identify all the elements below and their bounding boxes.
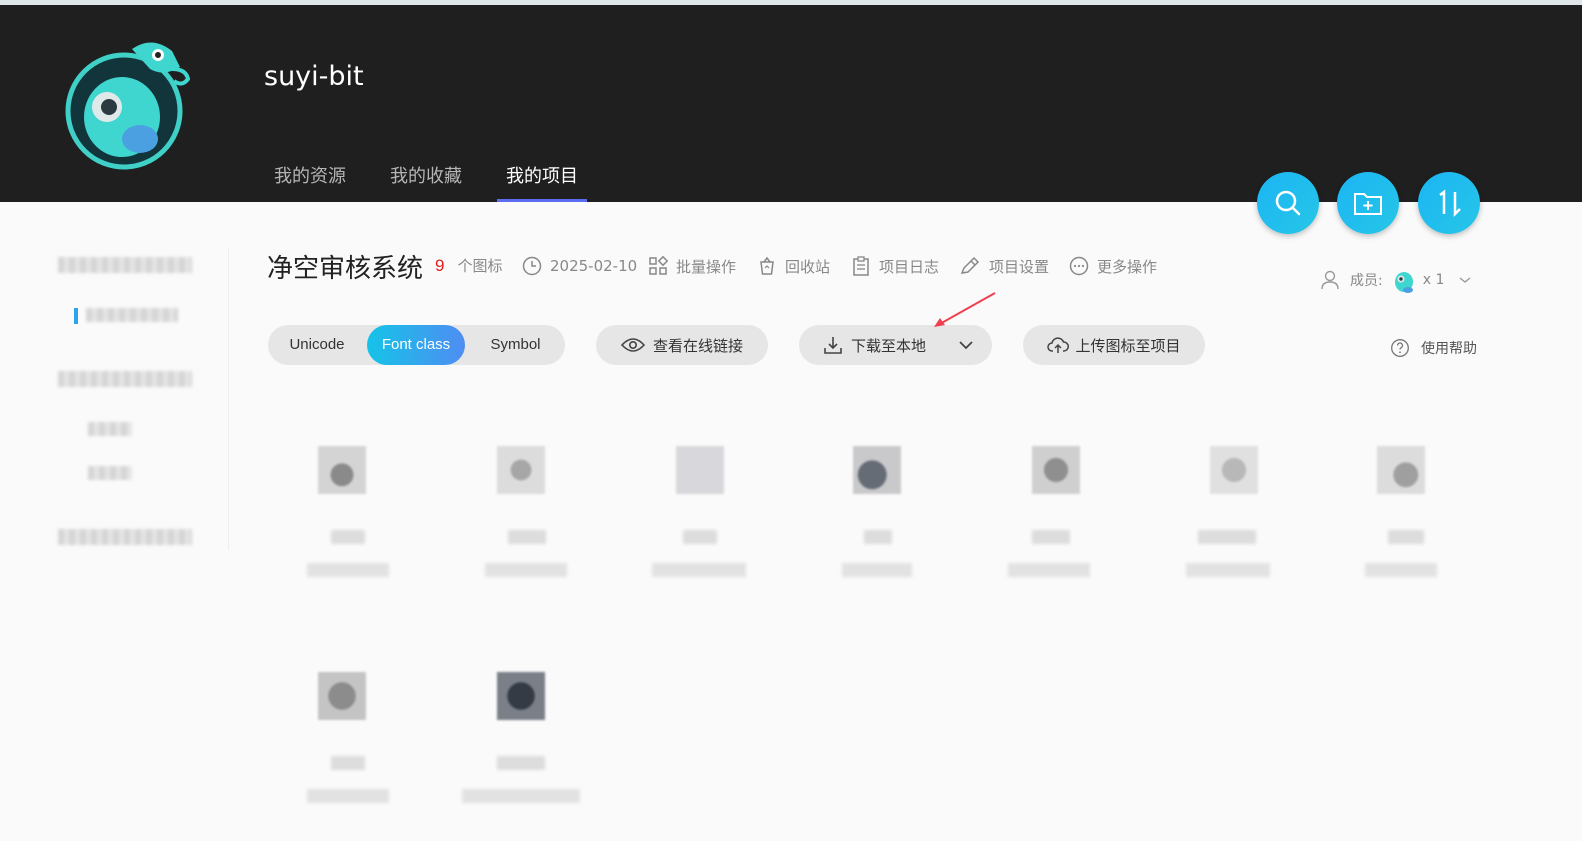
clock-icon xyxy=(522,256,542,276)
new-folder-icon xyxy=(1354,193,1382,215)
pencil-icon xyxy=(960,256,980,274)
help-link[interactable]: 使用帮助 xyxy=(1390,338,1477,358)
project-sidebar xyxy=(0,202,228,562)
icon-code-blurred xyxy=(307,789,389,803)
more-icon xyxy=(1069,256,1089,276)
font-type-switch: Unicode Font class Symbol xyxy=(268,325,565,365)
sidebar-divider xyxy=(228,248,229,550)
project-log-button[interactable]: 项目日志 xyxy=(851,255,939,277)
tab-my-favorites[interactable]: 我的收藏 xyxy=(390,163,462,202)
members-icon xyxy=(1321,270,1339,290)
more-actions-button[interactable]: 更多操作 xyxy=(1069,255,1157,277)
icon-name-blurred xyxy=(1032,530,1070,544)
icon-name-blurred xyxy=(1388,530,1424,544)
icon-count: 9 个图标 xyxy=(435,255,502,276)
username: suyi-bit xyxy=(264,61,364,92)
user-avatar[interactable] xyxy=(62,29,194,181)
grid-icon xyxy=(649,256,668,275)
download-icon xyxy=(824,337,842,354)
project-members[interactable]: 成员: x 1 xyxy=(1320,266,1472,294)
icon-code-blurred xyxy=(1365,563,1437,577)
profile-nav: 我的资源 我的收藏 我的项目 xyxy=(274,163,622,202)
project-log-label: 项目日志 xyxy=(879,257,940,276)
sidebar-group-blurred[interactable] xyxy=(58,529,192,545)
new-project-button[interactable] xyxy=(1337,172,1399,234)
icon-name-blurred xyxy=(331,530,365,544)
icon-code-blurred xyxy=(842,563,912,577)
icon-name-blurred xyxy=(331,756,365,770)
batch-operation-label: 批量操作 xyxy=(676,257,737,276)
profile-header: suyi-bit 我的资源 我的收藏 我的项目 xyxy=(0,5,1582,202)
project-icon[interactable] xyxy=(497,446,545,494)
icon-name-blurred xyxy=(508,530,546,544)
recycle-bin-label: 回收站 xyxy=(785,257,831,276)
project-settings-button[interactable]: 项目设置 xyxy=(959,255,1049,277)
sidebar-item-active-blurred[interactable] xyxy=(86,308,178,322)
download-label: 下载至本地 xyxy=(851,336,927,355)
help-label: 使用帮助 xyxy=(1421,341,1477,357)
project-icon[interactable] xyxy=(1210,446,1258,494)
project-icon[interactable] xyxy=(497,672,545,720)
question-icon xyxy=(1391,339,1409,357)
chevron-down-icon xyxy=(1459,277,1471,283)
icon-code-blurred xyxy=(1186,563,1270,577)
project-icon[interactable] xyxy=(1377,446,1425,494)
project-date: 2025-02-10 xyxy=(522,255,637,277)
project-title: 净空审核系统 xyxy=(267,254,424,284)
icon-code-blurred xyxy=(652,563,746,577)
project-icon[interactable] xyxy=(318,446,366,494)
project-icon[interactable] xyxy=(1032,446,1080,494)
tab-symbol[interactable]: Symbol xyxy=(466,325,565,365)
member-avatar xyxy=(1394,272,1413,293)
search-icon xyxy=(1275,190,1301,216)
download-button[interactable]: 下载至本地 xyxy=(799,325,992,365)
recycle-bin-icon xyxy=(760,256,774,275)
chevron-down-icon[interactable] xyxy=(958,340,974,350)
sort-button[interactable] xyxy=(1418,172,1480,234)
view-online-link-button[interactable]: 查看在线链接 xyxy=(596,325,768,365)
members-label: 成员: xyxy=(1350,273,1383,289)
more-actions-label: 更多操作 xyxy=(1097,257,1158,276)
clipboard-icon xyxy=(853,256,869,276)
sidebar-item-blurred[interactable] xyxy=(88,422,132,436)
tab-font-class[interactable]: Font class xyxy=(367,325,465,365)
project-icon[interactable] xyxy=(676,446,724,494)
sort-icon xyxy=(1439,189,1461,217)
tab-my-projects[interactable]: 我的项目 xyxy=(497,163,587,202)
icon-count-unit: 个图标 xyxy=(457,257,503,275)
icon-count-number: 9 xyxy=(435,256,445,275)
icon-code-blurred xyxy=(307,563,389,577)
tab-unicode[interactable]: Unicode xyxy=(268,325,366,365)
search-button[interactable] xyxy=(1257,172,1319,234)
icon-name-blurred xyxy=(1198,530,1256,544)
cloud-upload-icon xyxy=(1047,337,1070,353)
icon-code-blurred xyxy=(462,789,580,803)
eye-icon xyxy=(620,338,645,352)
recycle-bin-button[interactable]: 回收站 xyxy=(757,255,830,277)
project-date-text: 2025-02-10 xyxy=(550,257,638,275)
upload-icons-label: 上传图标至项目 xyxy=(1075,336,1181,355)
icon-name-blurred xyxy=(683,530,717,544)
members-count: x 1 xyxy=(1422,272,1445,288)
icon-name-blurred xyxy=(497,756,545,770)
tab-my-resources[interactable]: 我的资源 xyxy=(274,163,346,202)
project-settings-label: 项目设置 xyxy=(989,257,1050,276)
view-online-label: 查看在线链接 xyxy=(652,336,743,355)
sidebar-item-blurred[interactable] xyxy=(88,466,132,480)
batch-operation-button[interactable]: 批量操作 xyxy=(648,255,736,277)
sidebar-active-marker xyxy=(74,308,78,324)
icon-code-blurred xyxy=(485,563,567,577)
upload-icons-button[interactable]: 上传图标至项目 xyxy=(1023,325,1205,365)
sidebar-group-blurred[interactable] xyxy=(58,371,192,387)
sidebar-group-blurred[interactable] xyxy=(58,257,192,273)
project-icon[interactable] xyxy=(318,672,366,720)
project-icon[interactable] xyxy=(853,446,901,494)
icon-code-blurred xyxy=(1008,563,1090,577)
annotation-arrow xyxy=(934,292,996,327)
icon-name-blurred xyxy=(864,530,892,544)
